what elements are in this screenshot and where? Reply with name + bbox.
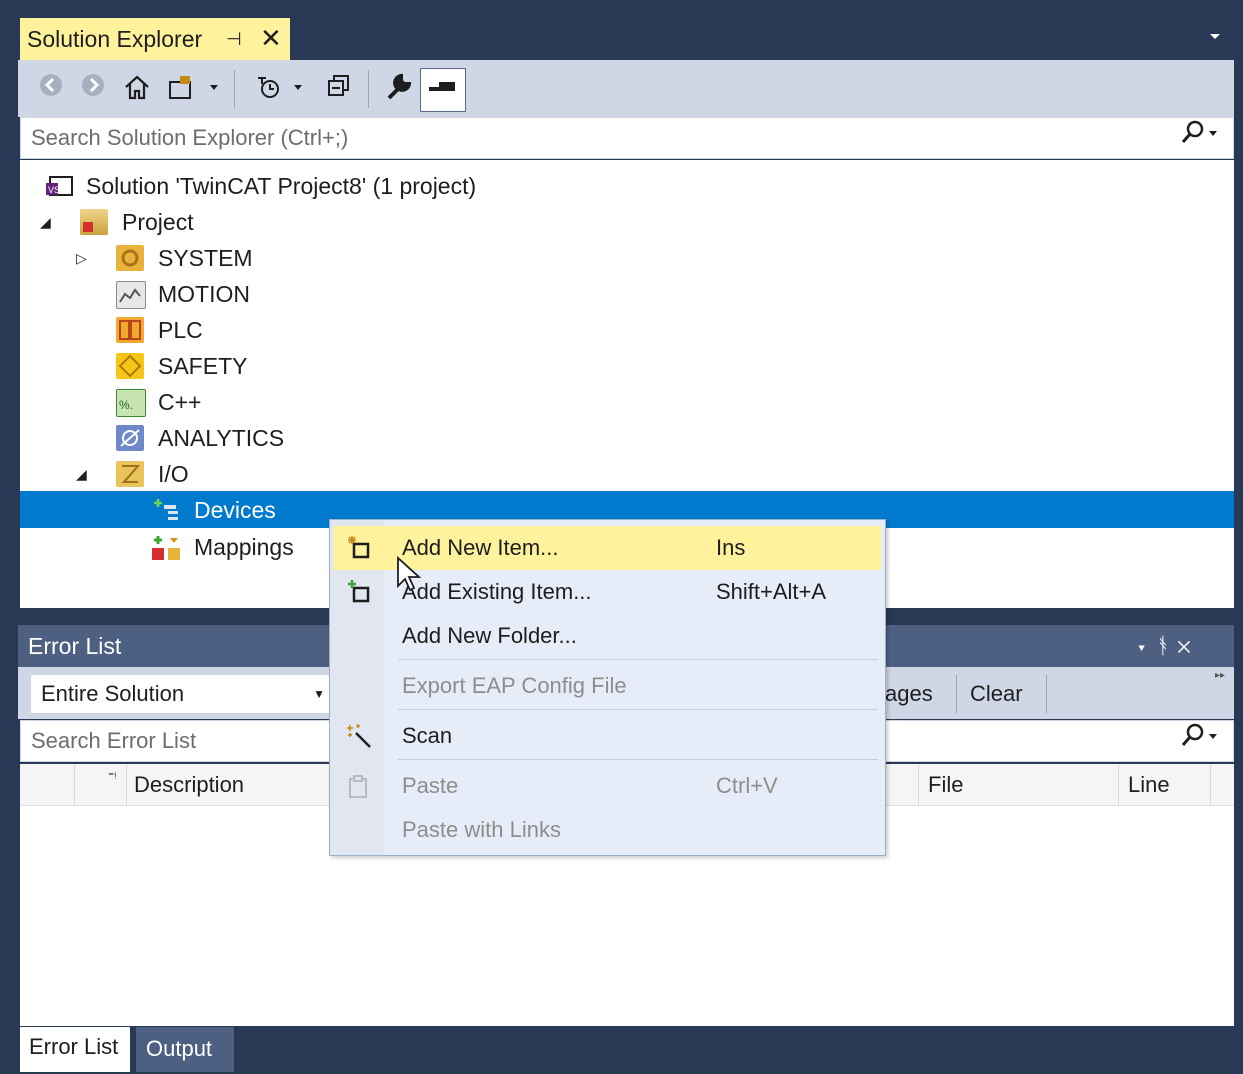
tree-node-label: Project	[122, 209, 194, 235]
svg-text:%.: %.	[119, 398, 133, 412]
error-list-window-controls: ▾ᚬ✕	[1135, 625, 1199, 667]
menu-item-add-new-folder[interactable]: Add New Folder...	[330, 614, 885, 658]
pin-icon[interactable]: ᚬ	[1156, 633, 1177, 658]
tree-node-label: ANALYTICS	[158, 425, 285, 451]
back-icon[interactable]	[36, 72, 66, 106]
search-icon[interactable]	[1179, 118, 1219, 161]
expanded-arrow-icon[interactable]: ◢	[40, 204, 51, 240]
close-icon[interactable]: ✕	[1177, 633, 1198, 658]
add-existing-item-icon	[346, 579, 372, 605]
menu-item-label: Add Existing Item...	[402, 579, 592, 604]
tab-output[interactable]: Output	[136, 1027, 234, 1072]
menu-item-label: Paste with Links	[402, 817, 561, 842]
tab-error-list[interactable]: Error List	[20, 1027, 130, 1072]
motion-icon	[116, 281, 146, 309]
search-placeholder: Search Error List	[31, 728, 197, 753]
column-line[interactable]: Line	[1128, 764, 1170, 806]
mouse-pointer-icon	[396, 555, 422, 601]
clear-button[interactable]: Clear	[970, 677, 1023, 711]
add-new-item-icon	[346, 535, 372, 561]
tree-node-label: Solution 'TwinCAT Project8' (1 project)	[86, 173, 477, 199]
solution-icon: VS	[44, 173, 74, 199]
menu-separator	[398, 659, 878, 660]
devices-icon	[152, 497, 180, 523]
properties-wrench-icon[interactable]	[380, 72, 416, 106]
switch-views-icon[interactable]	[166, 72, 222, 106]
search-placeholder: Search Solution Explorer (Ctrl+;)	[31, 125, 349, 150]
panel-dropdown-icon[interactable]	[1208, 28, 1228, 48]
menu-separator	[398, 759, 878, 760]
menu-item-label: Scan	[402, 723, 453, 748]
window-dropdown-icon[interactable]: ▾	[1135, 633, 1156, 658]
tree-node-label: SYSTEM	[158, 245, 253, 271]
collapse-all-icon[interactable]	[322, 72, 356, 106]
toolbar-overflow-icon[interactable]: ▸▸	[1215, 670, 1225, 681]
toolbar-separator	[234, 70, 235, 108]
menu-item-shortcut: Ins	[716, 535, 746, 560]
toolbar-separator	[956, 675, 957, 713]
column-divider	[1210, 764, 1211, 806]
preview-selected-items-icon[interactable]	[420, 68, 466, 112]
error-scope-value: Entire Solution	[41, 681, 185, 706]
expanded-arrow-icon[interactable]: ◢	[76, 456, 87, 492]
menu-item-label: Add New Item...	[402, 535, 559, 560]
menu-item-label: Add New Folder...	[402, 623, 577, 648]
analytics-icon	[116, 425, 144, 451]
error-list-title: Error List	[28, 633, 122, 659]
menu-item-paste[interactable]: Paste Ctrl+V	[330, 764, 885, 808]
safety-icon	[116, 353, 144, 379]
io-icon	[116, 461, 144, 487]
solution-explorer-tab[interactable]: Solution Explorer ⊣ ✕	[20, 18, 290, 60]
menu-item-label: Export EAP Config File	[402, 673, 627, 698]
menu-item-label: Paste	[402, 773, 459, 798]
toolbar-separator	[368, 70, 369, 108]
project-icon	[80, 209, 108, 235]
close-icon[interactable]: ✕	[260, 17, 282, 59]
messages-filter-button[interactable]: ages	[885, 677, 933, 711]
system-gear-icon	[116, 245, 144, 271]
tree-node-label: Mappings	[194, 534, 294, 560]
mappings-icon	[152, 534, 180, 560]
search-icon[interactable]	[1179, 721, 1219, 764]
home-icon[interactable]	[120, 72, 154, 106]
column-description[interactable]: Description	[134, 764, 244, 806]
cpp-icon: %.	[116, 389, 146, 417]
tree-node-label: SAFETY	[158, 353, 248, 379]
column-divider	[74, 764, 75, 806]
tree-node-label: Devices	[194, 497, 276, 523]
toolbar-separator	[1046, 675, 1047, 713]
column-divider	[126, 764, 127, 806]
solution-explorer-tab-title: Solution Explorer	[27, 26, 203, 52]
tree-node-label: I/O	[158, 461, 189, 487]
magic-wand-icon	[346, 723, 372, 749]
sort-indicator-icon: ⁼ᵎ	[108, 769, 117, 783]
tree-node-label: C++	[158, 389, 202, 415]
column-file[interactable]: File	[928, 764, 963, 806]
column-divider	[918, 764, 919, 806]
menu-item-shortcut: Ctrl+V	[716, 773, 778, 798]
plc-icon	[116, 317, 144, 343]
tree-node-label: MOTION	[158, 281, 250, 307]
error-scope-dropdown[interactable]: Entire Solution ▼	[30, 674, 332, 714]
solution-explorer-toolbar	[18, 60, 1234, 117]
collapsed-arrow-icon[interactable]: ▷	[76, 240, 87, 276]
paste-icon	[346, 773, 372, 799]
pending-changes-filter-icon[interactable]	[250, 72, 310, 106]
tree-node-label: PLC	[158, 317, 203, 343]
menu-item-export-eap-config-file[interactable]: Export EAP Config File	[330, 664, 885, 708]
menu-item-shortcut: Shift+Alt+A	[716, 579, 827, 604]
svg-text:VS: VS	[48, 185, 60, 195]
menu-separator	[398, 709, 878, 710]
solution-explorer-search-input[interactable]: Search Solution Explorer (Ctrl+;)	[20, 117, 1234, 159]
chevron-down-icon: ▼	[313, 687, 325, 701]
menu-item-paste-with-links[interactable]: Paste with Links	[330, 808, 885, 852]
menu-item-scan[interactable]: Scan	[330, 714, 885, 758]
forward-icon[interactable]	[78, 72, 108, 106]
pin-icon[interactable]: ⊣	[226, 18, 242, 60]
column-divider	[1118, 764, 1119, 806]
